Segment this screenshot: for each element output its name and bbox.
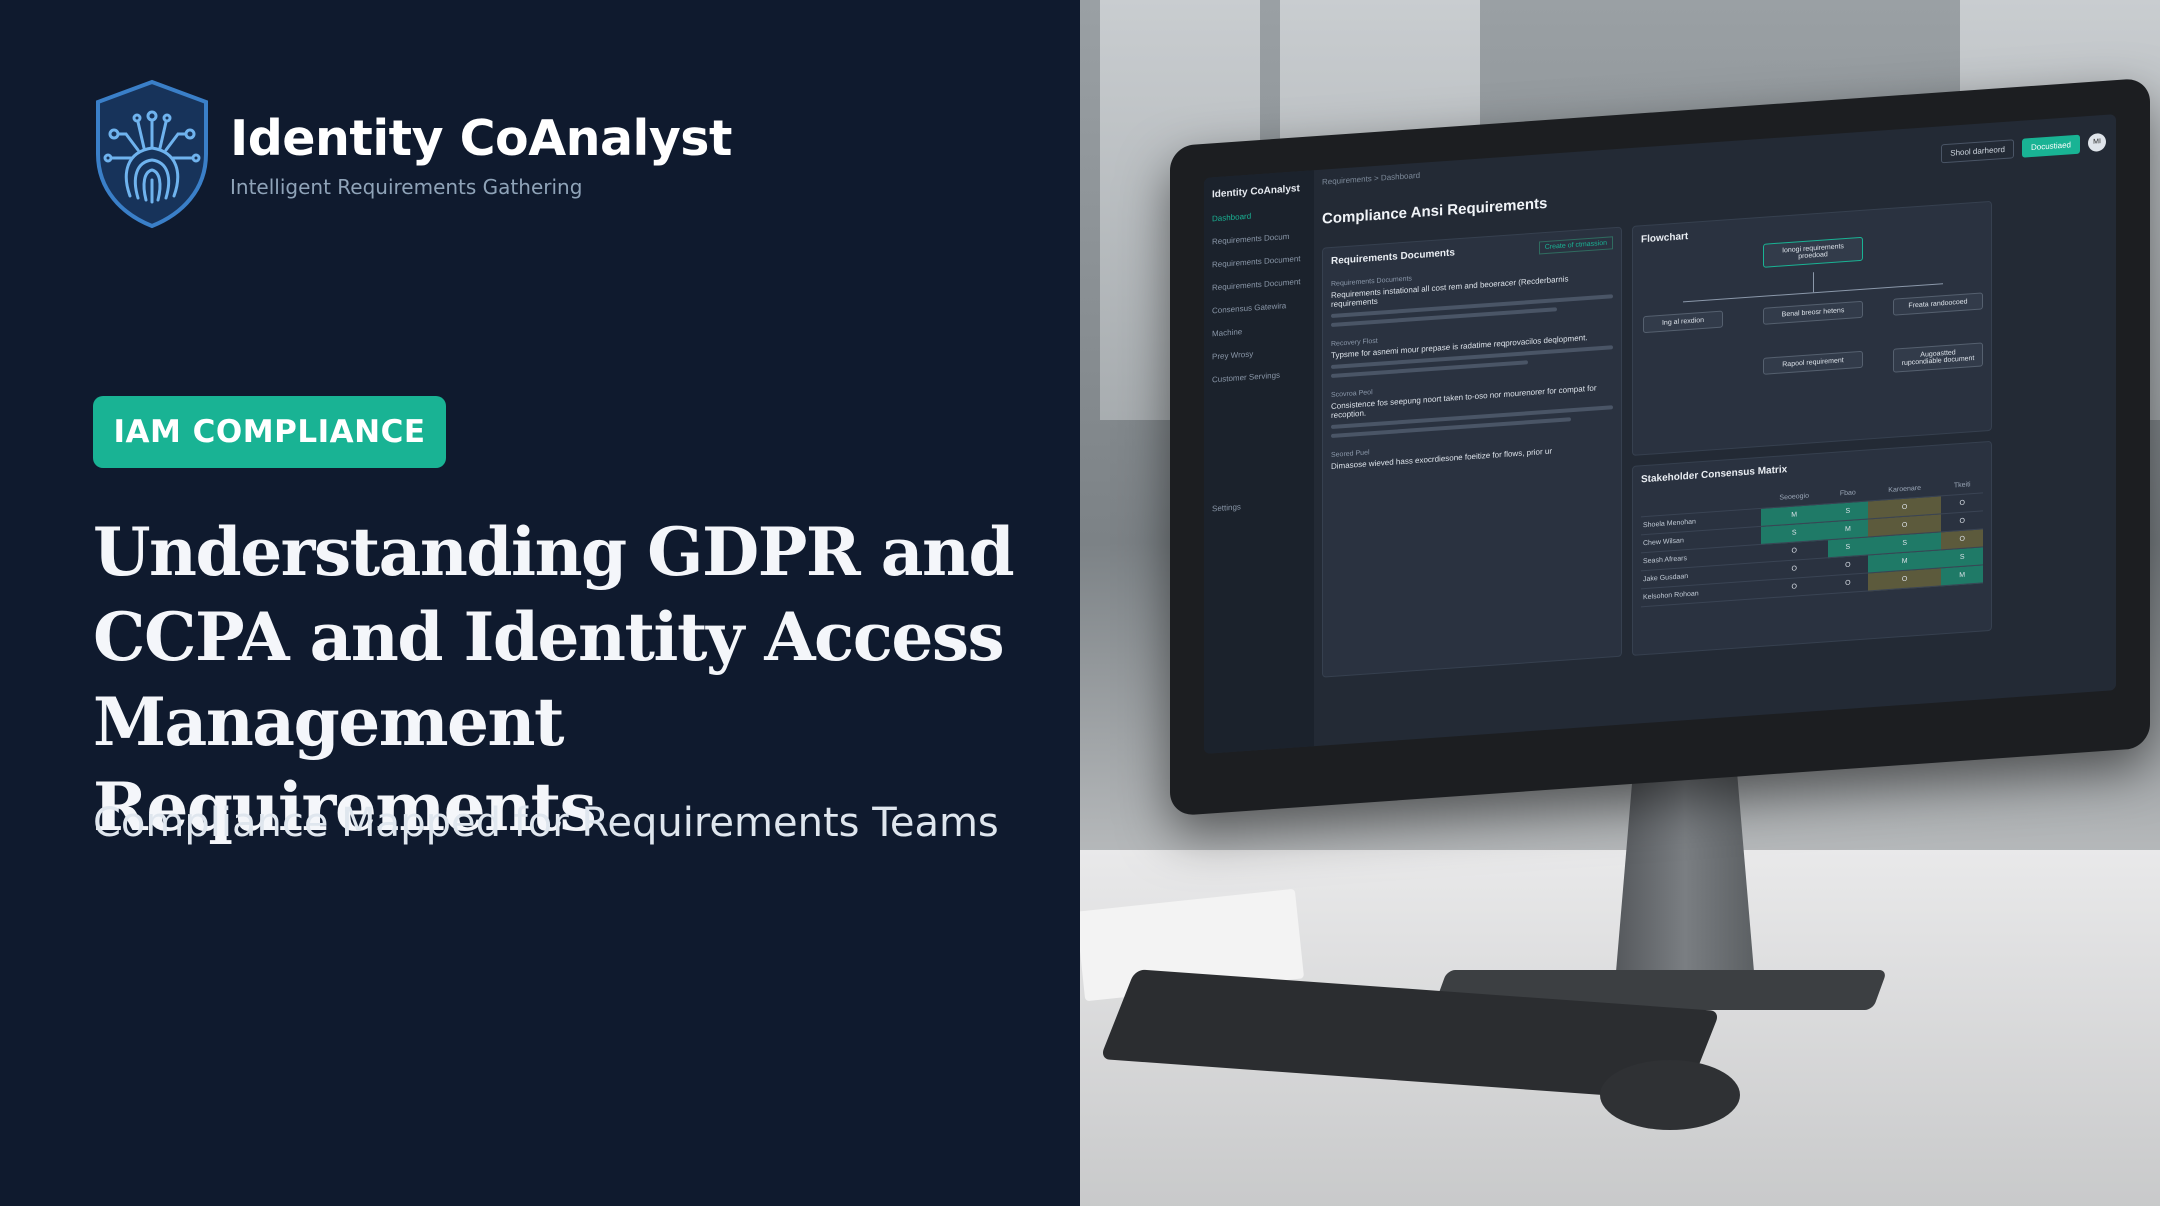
requirements-panel: Requirements Documents Create of ctmassi…	[1322, 226, 1622, 678]
subheadline: Compliance Mapped for Requirements Teams	[93, 800, 999, 846]
flow-node[interactable]: Benal breosr hetens	[1763, 300, 1863, 325]
app-main: Requirements > Dashboard Compliance Ansi…	[1322, 123, 2106, 736]
sidebar-item[interactable]: Requirements Document	[1212, 254, 1306, 269]
document-item[interactable]: Recovery Flost Typsme for asnemi mour pr…	[1331, 321, 1613, 379]
download-button[interactable]: Docustiaed	[2021, 134, 2080, 158]
document-item[interactable]: Seored Puel Dimasose wieved hass exocrdi…	[1331, 432, 1613, 471]
sidebar-item[interactable]: Requirements Document	[1212, 277, 1306, 292]
sidebar-item[interactable]: Requirements Docum	[1212, 231, 1306, 246]
monitor-stand	[1613, 760, 1757, 1000]
flowchart-panel: Flowchart Ionogi requirements proedoad I…	[1632, 200, 1992, 456]
avatar[interactable]: MI	[2088, 132, 2106, 153]
dashboard-button[interactable]: Shool darheord	[1941, 139, 2014, 164]
headline-line-2: CCPA and Identity Access	[93, 598, 1005, 676]
category-badge: IAM COMPLIANCE	[93, 396, 446, 468]
flow-node[interactable]: Freata randoocoed	[1893, 292, 1983, 316]
monitor-screen: Identity CoAnalyst Dashboard Requirement…	[1204, 114, 2116, 754]
flow-node[interactable]: Ionogi requirements proedoad	[1763, 236, 1863, 268]
hero-panel: Identity CoAnalyst Intelligent Requireme…	[0, 0, 1080, 1206]
sidebar-item[interactable]: Prey Wrosy	[1212, 346, 1306, 361]
office-photo: Identity CoAnalyst Dashboard Requirement…	[1080, 0, 2160, 1206]
headline-line-1: Understanding GDPR and	[93, 513, 1015, 591]
consensus-matrix: Seoeogio Fbao Karoenare Tkeiti Shoela Me…	[1641, 475, 1983, 607]
document-item[interactable]: Requirements Documents Requirements inst…	[1331, 261, 1613, 328]
flow-node[interactable]: Rapool requirement	[1763, 350, 1863, 375]
shield-fingerprint-icon	[96, 79, 208, 229]
sidebar-item[interactable]: Dashboard	[1212, 208, 1306, 224]
brand-name: Identity CoAnalyst	[230, 109, 732, 167]
create-link[interactable]: Create of ctmassion	[1538, 236, 1613, 255]
sidebar-item[interactable]: Customer Servings	[1212, 369, 1306, 385]
sidebar-item[interactable]: Machine	[1212, 323, 1306, 338]
consensus-matrix-panel: Stakeholder Consensus Matrix Seoeogio Fb…	[1632, 440, 1992, 656]
headline: Understanding GDPR and CCPA and Identity…	[93, 510, 1063, 850]
brand-tagline: Intelligent Requirements Gathering	[230, 174, 583, 199]
monitor: Identity CoAnalyst Dashboard Requirement…	[1170, 77, 2150, 817]
flow-node[interactable]: Ing al rexdion	[1643, 310, 1723, 334]
brand-lockup: Identity CoAnalyst Intelligent Requireme…	[92, 78, 732, 230]
app-sidebar: Identity CoAnalyst Dashboard Requirement…	[1204, 170, 1314, 754]
document-item[interactable]: Scovroa Peol Consistence fos seepung noo…	[1331, 372, 1613, 439]
app-logo: Identity CoAnalyst	[1212, 183, 1300, 201]
sidebar-item-settings[interactable]: Settings	[1212, 498, 1306, 513]
flow-node[interactable]: Augoastted rupcondiable document	[1893, 342, 1983, 373]
mouse	[1600, 1060, 1740, 1130]
sidebar-item[interactable]: Consensus Gatewira	[1212, 300, 1306, 315]
